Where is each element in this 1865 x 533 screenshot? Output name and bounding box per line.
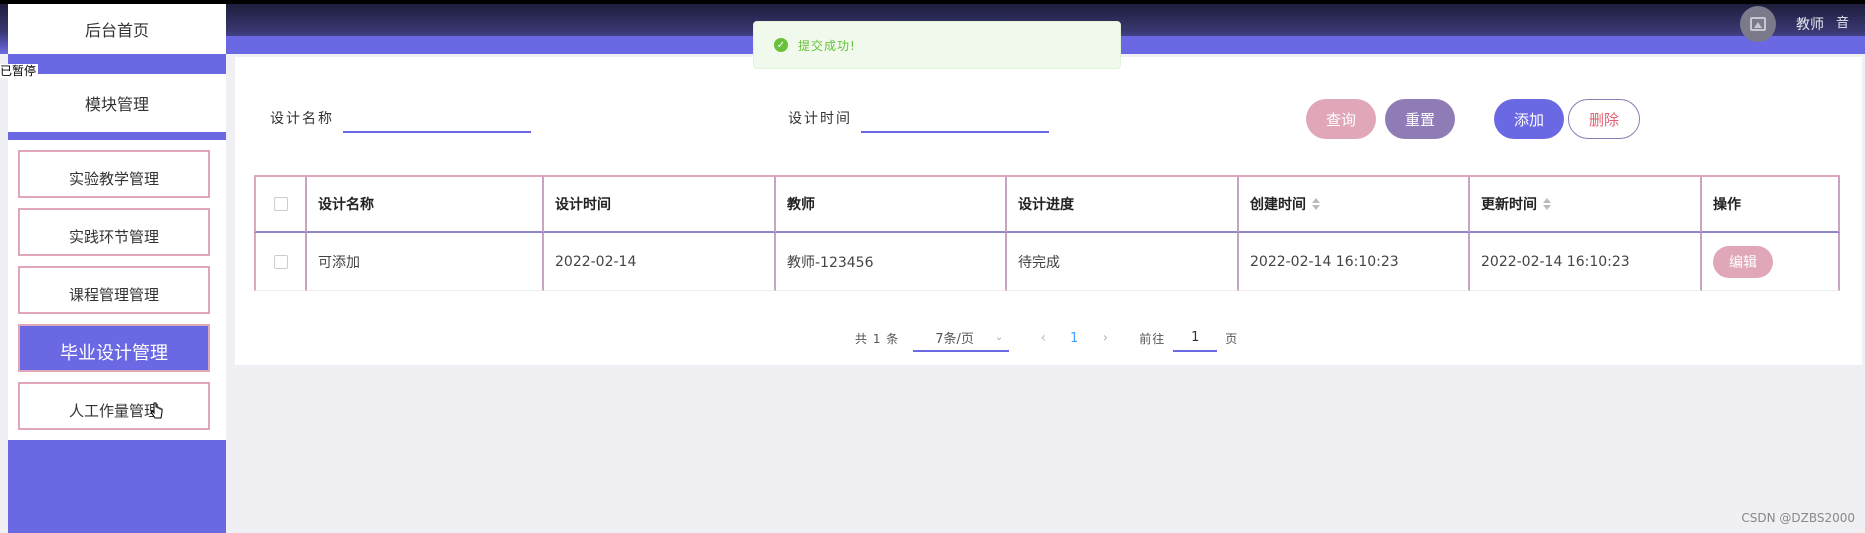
goto-unit: 页 [1225, 331, 1238, 346]
header-actions: 操作 [1702, 175, 1840, 233]
watermark: CSDN @DZBS2000 [1741, 511, 1855, 525]
header-created-label: 创建时间 [1250, 197, 1306, 213]
prev-page-button[interactable]: ‹ [1027, 330, 1059, 346]
sidebar-item-workload[interactable]: 人工作量管理 [18, 382, 210, 430]
data-table: 设计名称 设计时间 教师 设计进度 创建时间 更新时间 操作 可添加 2022-… [254, 175, 1840, 291]
design-name-input[interactable] [343, 107, 531, 133]
goto-label: 前往 [1139, 331, 1166, 346]
sidebar-item-label: 课程管理管理 [68, 285, 159, 304]
cell-design-time: 2022-02-14 [544, 233, 776, 291]
sidebar-item-label: 实践环节管理 [68, 227, 159, 246]
page-size-value: 7条/页 [935, 331, 974, 347]
user-name[interactable]: 教师 [1796, 14, 1824, 34]
sidebar-menu: 实验教学管理 实践环节管理 课程管理管理 毕业设计管理 人工作量管理 [8, 140, 226, 440]
user-extra: 音 [1836, 16, 1850, 31]
pagination: 共 1 条 7条/页 ⌄ ‹ 1 › 前往 1 页 [855, 324, 1237, 352]
header-updated-label: 更新时间 [1481, 197, 1537, 213]
screen: 教师 音 后台首页 模块管理 实验教学管理 实践环节管理 课程管理管理 毕业设计… [0, 4, 1865, 533]
header-design-time: 设计时间 [544, 175, 776, 233]
next-page-button[interactable]: › [1089, 330, 1121, 346]
toast-message: 提交成功! [798, 38, 856, 53]
goto-page-input[interactable]: 1 [1173, 324, 1218, 352]
sidebar: 后台首页 模块管理 实验教学管理 实践环节管理 课程管理管理 毕业设计管理 人工… [8, 4, 226, 533]
status-label: 已暂停 [0, 64, 39, 78]
design-name-label: 设计名称 [270, 111, 334, 127]
hand-cursor-icon [150, 402, 163, 419]
design-time-input[interactable] [861, 107, 1049, 133]
cell-actions: 编辑 [1702, 233, 1840, 291]
image-icon [1750, 17, 1766, 31]
sidebar-item-label: 实验教学管理 [68, 169, 159, 188]
sidebar-item-graduation-design[interactable]: 毕业设计管理 [18, 324, 210, 372]
page-number[interactable]: 1 [1059, 331, 1089, 346]
user-avatar[interactable] [1740, 6, 1776, 42]
check-circle-icon: ✓ [774, 38, 788, 52]
header-design-name: 设计名称 [307, 175, 544, 233]
table-header: 设计名称 设计时间 教师 设计进度 创建时间 更新时间 操作 [254, 175, 1840, 233]
sidebar-item-course[interactable]: 课程管理管理 [18, 266, 210, 314]
delete-button[interactable]: 删除 [1568, 99, 1640, 139]
success-toast: ✓ 提交成功! [753, 21, 1121, 69]
sidebar-item-label: 毕业设计管理 [60, 343, 168, 364]
cell-created-time: 2022-02-14 16:10:23 [1239, 233, 1470, 291]
select-all-checkbox[interactable] [273, 197, 288, 211]
header-design-progress: 设计进度 [1007, 175, 1239, 233]
cell-teacher: 教师-123456 [776, 233, 1007, 291]
chevron-down-icon: ⌄ [994, 332, 1004, 343]
header-updated-time[interactable]: 更新时间 [1470, 175, 1702, 233]
sidebar-home[interactable]: 后台首页 [8, 4, 226, 54]
sort-icon[interactable] [1312, 198, 1320, 210]
design-time-label: 设计时间 [788, 111, 852, 127]
edit-button[interactable]: 编辑 [1713, 245, 1773, 278]
cell-updated-time: 2022-02-14 16:10:23 [1470, 233, 1702, 291]
sidebar-item-label: 人工作量管理 [68, 401, 159, 420]
sidebar-item-experiment-teaching[interactable]: 实验教学管理 [18, 150, 210, 198]
cell-design-name: 可添加 [307, 233, 544, 291]
reset-button[interactable]: 重置 [1385, 99, 1455, 139]
row-checkbox[interactable] [273, 254, 288, 269]
query-button[interactable]: 查询 [1306, 99, 1376, 139]
pagination-total: 共 1 条 [855, 331, 900, 346]
add-button[interactable]: 添加 [1494, 99, 1564, 139]
table-row: 可添加 2022-02-14 教师-123456 待完成 2022-02-14 … [254, 233, 1840, 291]
row-checkbox-cell [254, 233, 307, 291]
header-created-time[interactable]: 创建时间 [1239, 175, 1470, 233]
sidebar-item-practice[interactable]: 实践环节管理 [18, 208, 210, 256]
header-checkbox-cell [254, 175, 307, 233]
sort-icon[interactable] [1543, 198, 1551, 210]
sidebar-module-header[interactable]: 模块管理 [8, 74, 226, 132]
page-size-select[interactable]: 7条/页 ⌄ [913, 324, 1010, 352]
header-teacher: 教师 [776, 175, 1007, 233]
cell-design-progress: 待完成 [1007, 233, 1239, 291]
